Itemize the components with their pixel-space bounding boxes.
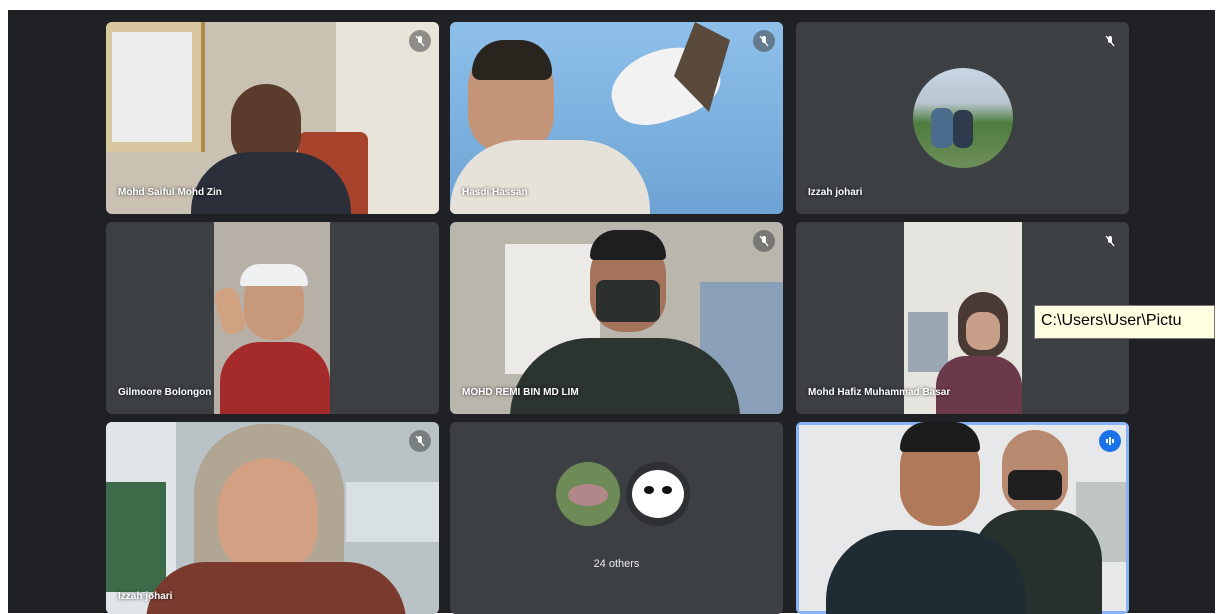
participant-name: MOHD REMI BIN MD LIM — [462, 387, 579, 398]
participant-tile[interactable]: Izzah johari — [796, 22, 1129, 214]
video-feed — [106, 22, 439, 214]
profile-avatar — [913, 68, 1013, 168]
mic-muted-icon — [1099, 230, 1121, 252]
participant-tile[interactable]: MOHD REMI BIN MD LIM — [450, 222, 783, 414]
video-feed — [450, 222, 783, 414]
others-tile[interactable]: 24 others — [450, 422, 783, 614]
mic-muted-icon — [1099, 30, 1121, 52]
profile-avatar — [556, 462, 620, 526]
mic-muted-icon — [753, 30, 775, 52]
participant-tile[interactable]: Hasdi Hassan — [450, 22, 783, 214]
participant-tile[interactable]: Gilmoore Bolongon — [106, 222, 439, 414]
participant-name: Hasdi Hassan — [462, 187, 528, 198]
video-feed — [796, 422, 1129, 614]
video-feed — [106, 422, 439, 614]
participant-tile[interactable]: Mohd Saiful Mohd Zin — [106, 22, 439, 214]
participant-name: Izzah johari — [118, 591, 173, 602]
participant-name: Izzah johari — [808, 187, 863, 198]
video-feed — [450, 22, 783, 214]
profile-avatar — [626, 462, 690, 526]
speaking-icon — [1099, 430, 1121, 452]
participant-name: Mohd Hafiz Muhammad Basar — [808, 387, 951, 398]
participant-tile[interactable]: Izzah johari — [106, 422, 439, 614]
participant-name: Gilmoore Bolongon — [118, 387, 212, 398]
mic-muted-icon — [409, 430, 431, 452]
participant-tile[interactable] — [796, 422, 1129, 614]
others-count-label: 24 others — [593, 558, 640, 570]
file-path-tooltip: C:\Users\User\Pictu — [1034, 305, 1215, 339]
video-feed — [106, 222, 439, 414]
mic-muted-icon — [409, 30, 431, 52]
participant-name: Mohd Saiful Mohd Zin — [118, 187, 222, 198]
mic-muted-icon — [753, 230, 775, 252]
